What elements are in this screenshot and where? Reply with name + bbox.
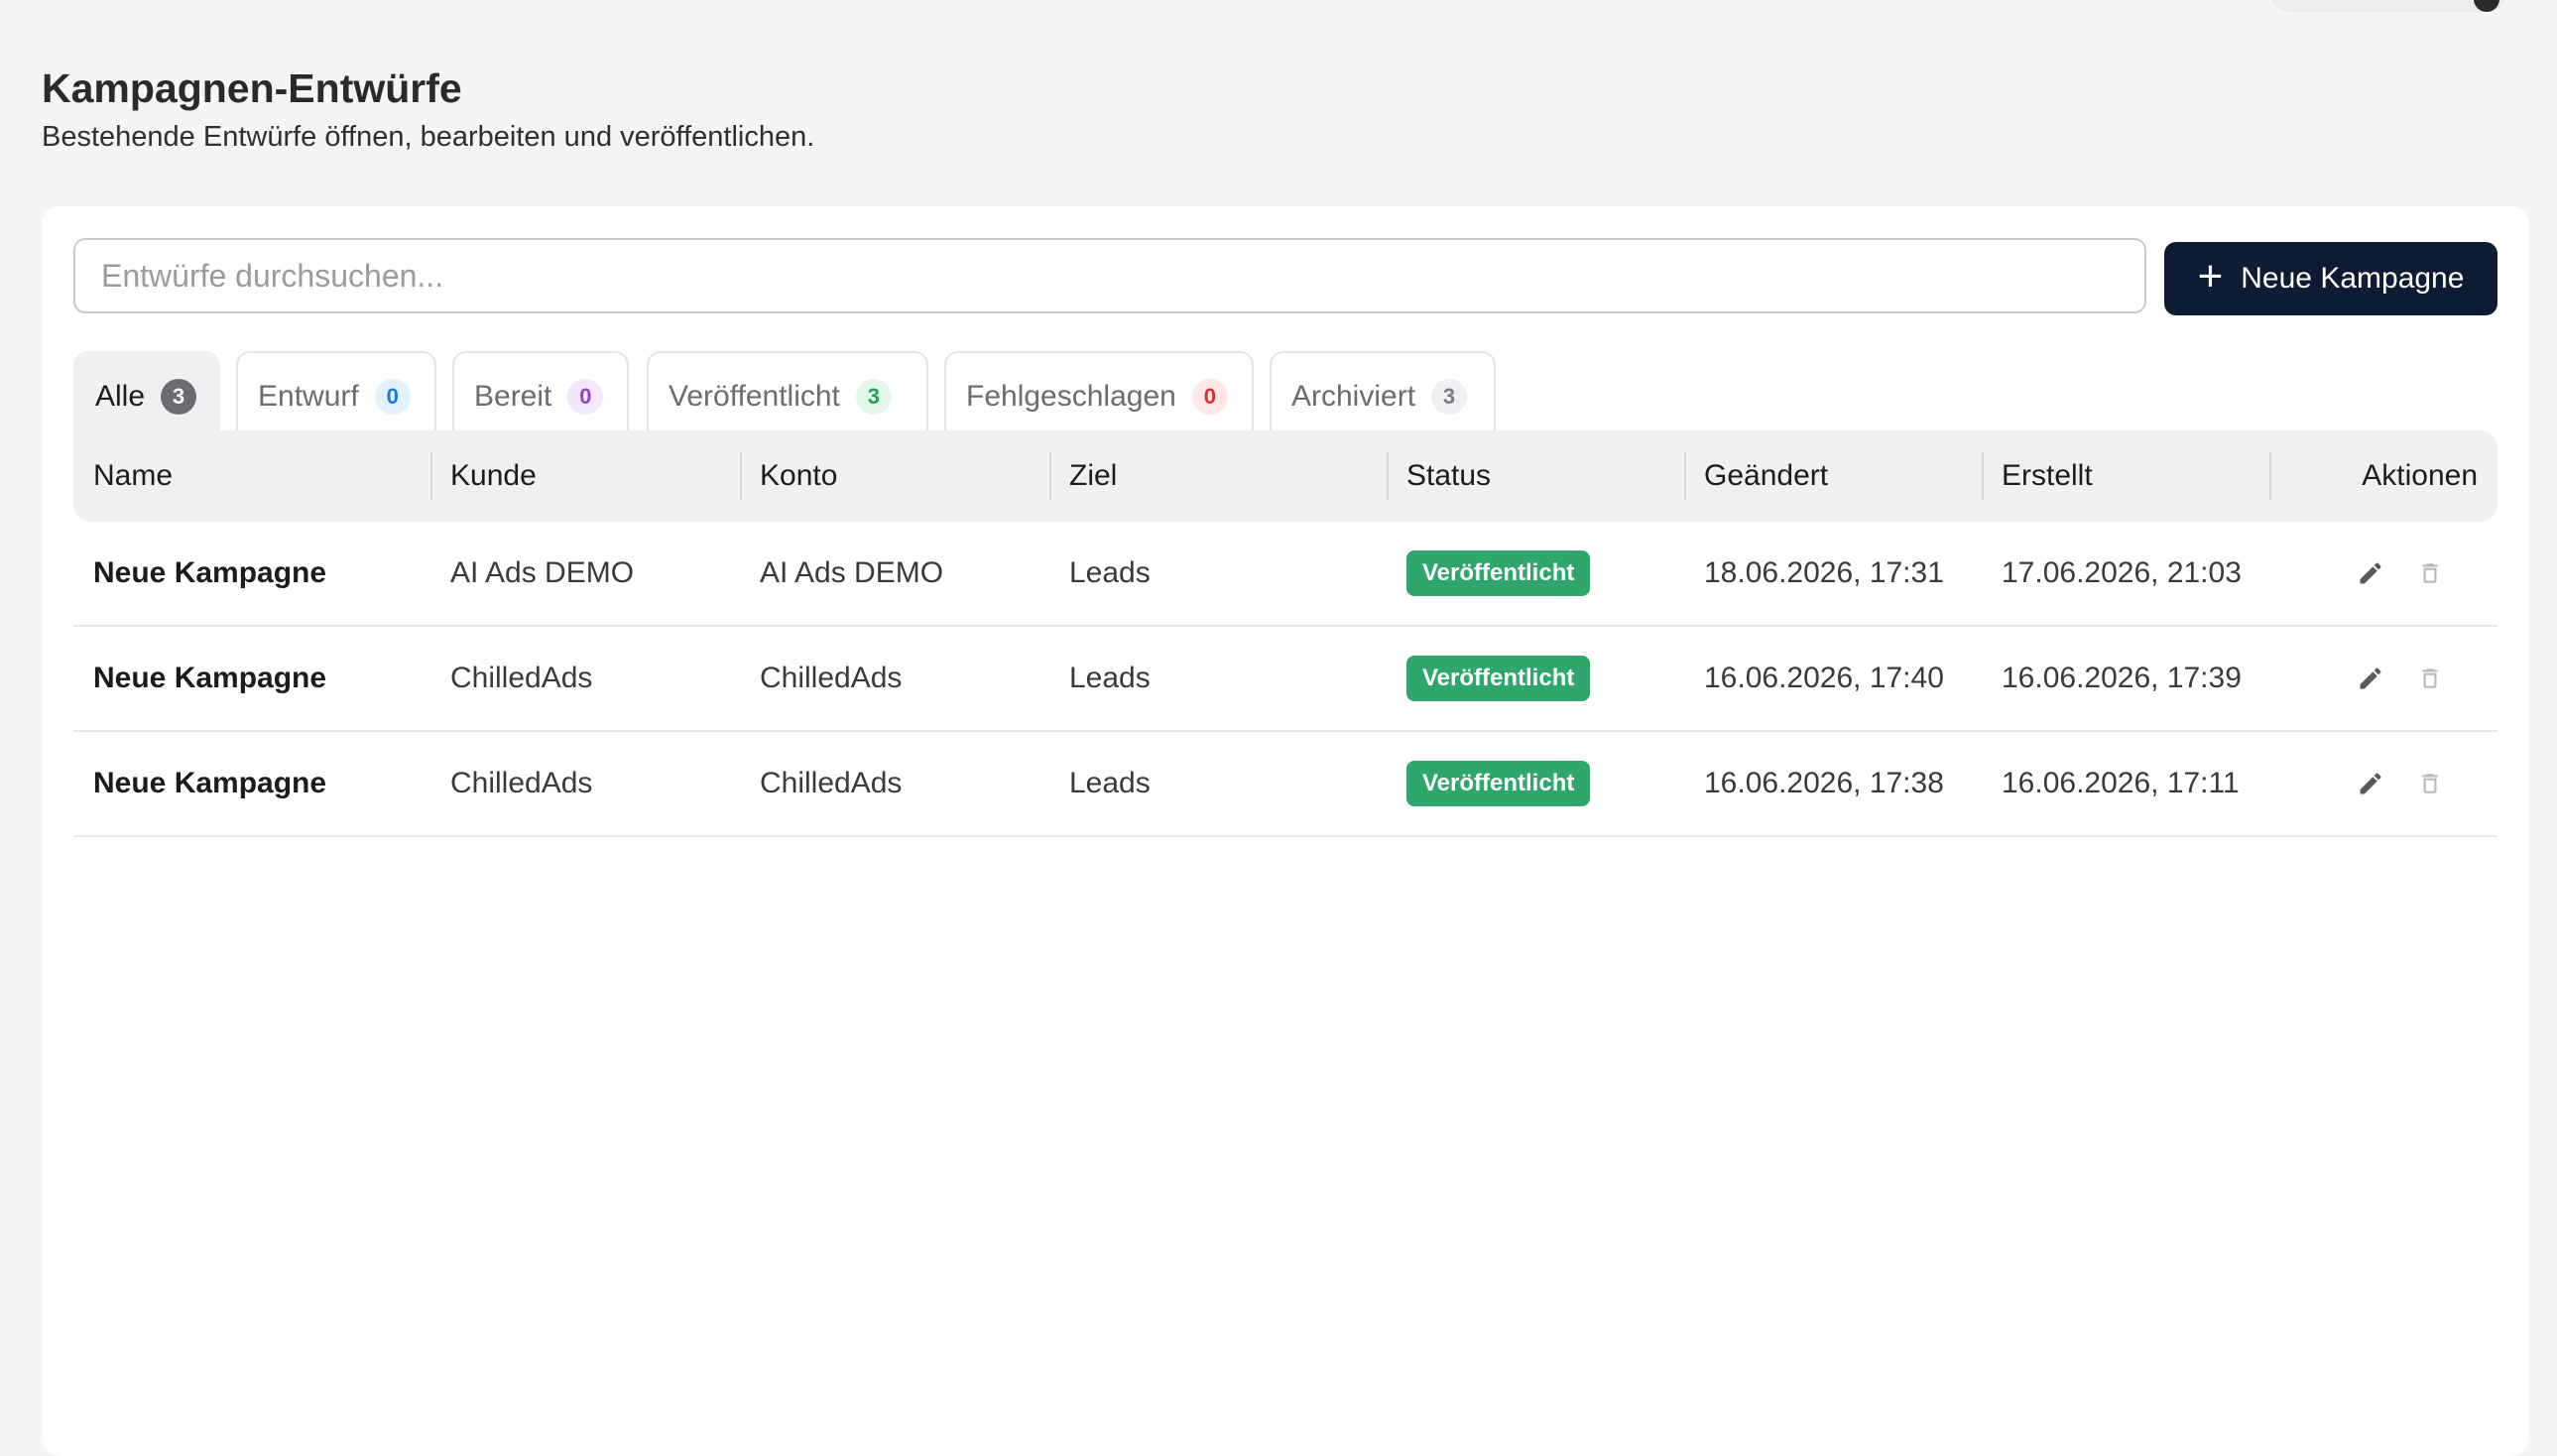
cell-geaendert: 18.06.2026, 17:31 <box>1704 556 1944 589</box>
new-campaign-button[interactable]: + Neue Kampagne <box>2164 242 2497 315</box>
tab-entwurf[interactable]: Entwurf 0 <box>236 351 436 440</box>
tab-count-badge: 3 <box>1431 379 1468 415</box>
tab-count-badge: 3 <box>161 379 197 415</box>
tab-count-badge: 0 <box>567 379 604 415</box>
column-header-ziel[interactable]: Ziel <box>1048 430 1117 522</box>
page-title: Kampagnen-Entwürfe <box>42 65 462 111</box>
cell-geaendert: 16.06.2026, 17:40 <box>1704 662 1944 694</box>
cell-kunde: ChilledAds <box>450 662 593 694</box>
trash-icon[interactable] <box>2414 557 2446 589</box>
column-header-erstellt[interactable]: Erstellt <box>1982 430 2093 522</box>
tab-veroeffentlicht[interactable]: Veröffentlicht 3 <box>647 351 928 440</box>
cell-erstellt: 16.06.2026, 17:11 <box>2002 767 2240 799</box>
table-row[interactable]: Neue Kampagne ChilledAds ChilledAds Lead… <box>73 732 2497 837</box>
status-badge: Veröffentlicht <box>1406 761 1591 806</box>
avatar <box>2474 0 2499 12</box>
cell-kunde: ChilledAds <box>450 767 593 799</box>
tab-archiviert[interactable]: Archiviert 3 <box>1270 351 1496 440</box>
pencil-icon[interactable] <box>2355 768 2386 799</box>
tab-count-badge: 0 <box>1191 379 1228 415</box>
column-header-status[interactable]: Status <box>1386 430 1491 522</box>
column-header-geaendert[interactable]: Geändert <box>1683 430 1828 522</box>
tab-fehlgeschlagen[interactable]: Fehlgeschlagen 0 <box>944 351 1254 440</box>
tab-label: Fehlgeschlagen <box>966 380 1176 413</box>
column-header-aktionen: Aktionen <box>2269 430 2478 522</box>
status-badge: Veröffentlicht <box>1406 656 1591 701</box>
cell-erstellt: 17.06.2026, 21:03 <box>2002 556 2242 589</box>
cell-name[interactable]: Neue Kampagne <box>93 627 326 730</box>
pencil-icon[interactable] <box>2355 557 2386 589</box>
drafts-card: + Neue Kampagne Alle 3 Entwurf 0 Bereit … <box>42 206 2529 1456</box>
cell-name[interactable]: Neue Kampagne <box>93 732 326 835</box>
search-input[interactable] <box>73 238 2146 313</box>
cell-konto: ChilledAds <box>760 662 903 694</box>
cell-ziel: Leads <box>1069 662 1151 694</box>
cell-ziel: Leads <box>1069 767 1151 799</box>
tab-label: Bereit <box>474 380 552 413</box>
cell-name[interactable]: Neue Kampagne <box>93 522 326 625</box>
trash-icon[interactable] <box>2414 768 2446 799</box>
table-row[interactable]: Neue Kampagne ChilledAds ChilledAds Lead… <box>73 627 2497 732</box>
drafts-table: Name Kunde Konto Ziel Status Geändert Er… <box>73 430 2497 837</box>
tab-count-badge: 3 <box>855 379 892 415</box>
tab-label: Veröffentlicht <box>669 380 840 413</box>
trash-icon[interactable] <box>2414 663 2446 694</box>
tab-count-badge: 0 <box>374 379 411 415</box>
pencil-icon[interactable] <box>2355 663 2386 694</box>
tab-label: Entwurf <box>258 380 359 413</box>
cell-kunde: AI Ads DEMO <box>450 556 635 589</box>
column-header-kunde[interactable]: Kunde <box>430 430 537 522</box>
tab-label: Archiviert <box>1291 380 1416 413</box>
new-campaign-label: Neue Kampagne <box>2241 262 2465 295</box>
column-header-name[interactable]: Name <box>93 430 173 522</box>
cell-konto: AI Ads DEMO <box>760 556 944 589</box>
cell-erstellt: 16.06.2026, 17:39 <box>2002 662 2242 694</box>
status-badge: Veröffentlicht <box>1406 550 1591 596</box>
cell-geaendert: 16.06.2026, 17:38 <box>1704 767 1944 799</box>
table-header: Name Kunde Konto Ziel Status Geändert Er… <box>73 430 2497 522</box>
page-subtitle: Bestehende Entwürfe öffnen, bearbeiten u… <box>42 121 815 153</box>
plus-icon: + <box>2197 252 2224 301</box>
column-header-konto[interactable]: Konto <box>739 430 837 522</box>
tab-label: Alle <box>95 380 146 413</box>
cell-konto: ChilledAds <box>760 767 903 799</box>
tab-bereit[interactable]: Bereit 0 <box>452 351 629 440</box>
user-menu-pill[interactable] <box>2269 0 2507 12</box>
tab-alle[interactable]: Alle 3 <box>73 351 220 440</box>
table-row[interactable]: Neue Kampagne AI Ads DEMO AI Ads DEMO Le… <box>73 522 2497 627</box>
cell-ziel: Leads <box>1069 556 1151 589</box>
